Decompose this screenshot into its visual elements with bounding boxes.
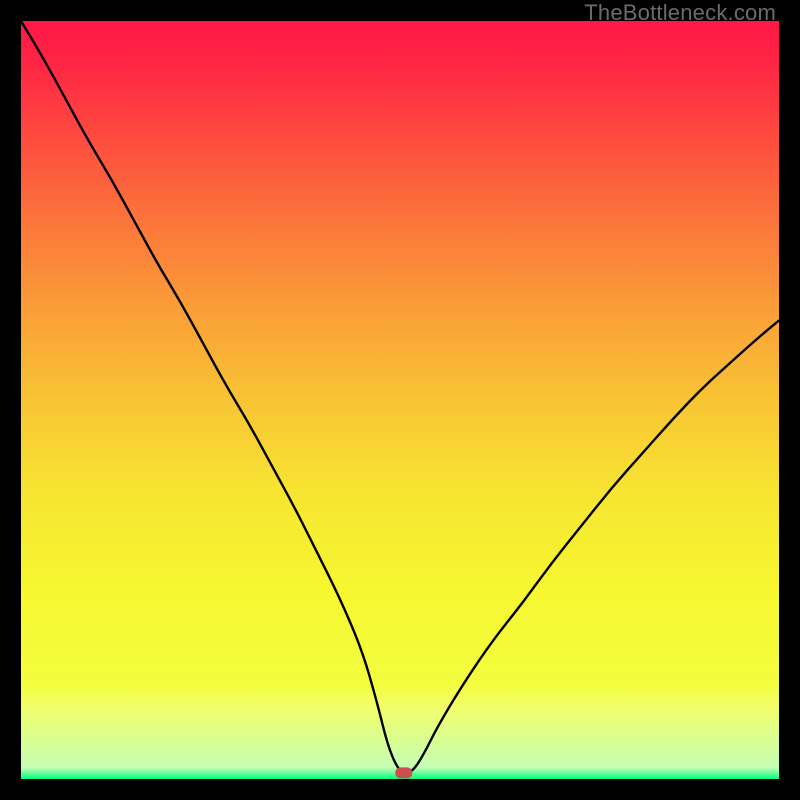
optimal-marker <box>395 767 412 778</box>
chart-frame: TheBottleneck.com <box>0 0 800 800</box>
chart-background <box>21 21 779 779</box>
bottleneck-chart <box>21 21 779 779</box>
watermark-text: TheBottleneck.com <box>584 0 776 26</box>
